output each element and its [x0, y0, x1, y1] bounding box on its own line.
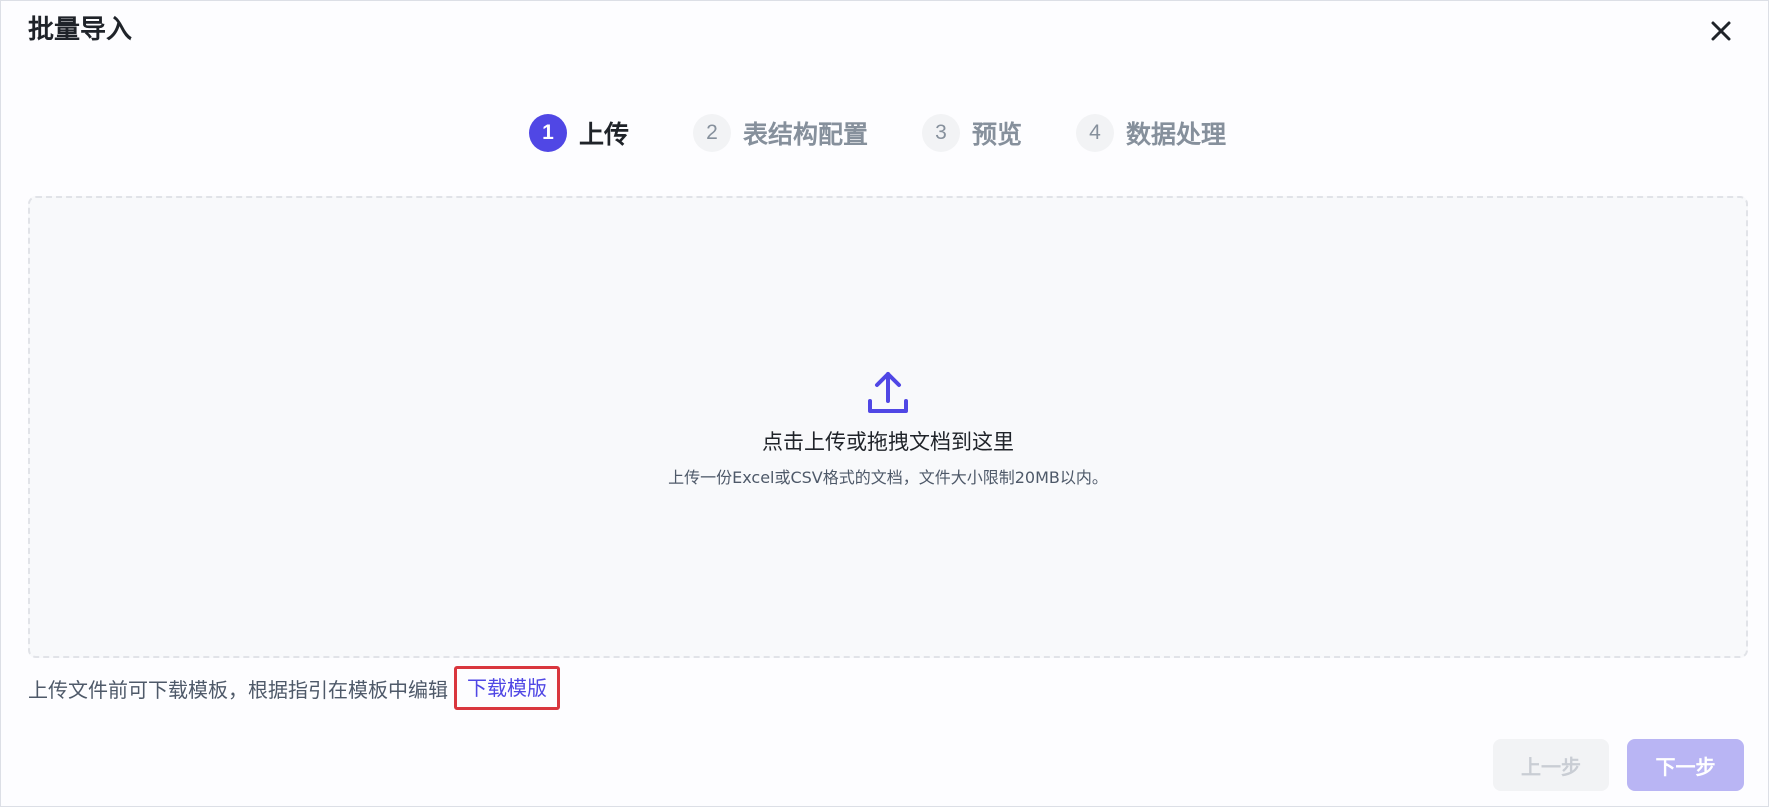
- step-preview: 3 预览: [922, 111, 1022, 155]
- dropzone-main-text: 点击上传或拖拽文档到这里: [762, 430, 1014, 454]
- step-label: 数据处理: [1126, 120, 1227, 149]
- close-icon: [1711, 21, 1731, 41]
- template-hint-text: 上传文件前可下载模板，根据指引在模板中编辑: [28, 677, 448, 702]
- step-number: 3: [922, 114, 960, 152]
- step-number: 4: [1076, 114, 1114, 152]
- step-label: 预览: [972, 120, 1023, 149]
- template-hint: 上传文件前可下载模板，根据指引在模板中编辑 下载模版: [28, 666, 560, 710]
- close-button[interactable]: [1703, 13, 1739, 49]
- upload-dropzone[interactable]: 点击上传或拖拽文档到这里 上传一份Excel或CSV格式的文档，文件大小限制20…: [28, 196, 1748, 658]
- stepper: 1 上传 2 表结构配置 3 预览 4 数据处理: [1, 111, 1769, 155]
- upload-icon: [868, 372, 908, 413]
- next-step-button[interactable]: 下一步: [1627, 739, 1744, 791]
- step-data-processing: 4 数据处理: [1076, 111, 1226, 155]
- download-template-link[interactable]: 下载模版: [454, 666, 560, 710]
- step-schema-config: 2 表结构配置: [693, 111, 868, 155]
- dialog-title: 批量导入: [28, 15, 133, 45]
- prev-step-button[interactable]: 上一步: [1493, 739, 1609, 791]
- dropzone-sub-text: 上传一份Excel或CSV格式的文档，文件大小限制20MB以内。: [668, 468, 1108, 487]
- import-dialog: 批量导入 1 上传 2 表结构配置 3 预览 4 数据处理 点击上传或拖拽文档到…: [0, 0, 1769, 807]
- step-number: 2: [693, 114, 731, 152]
- step-upload: 1 上传: [529, 111, 629, 155]
- step-number: 1: [529, 114, 567, 152]
- step-label: 上传: [579, 120, 630, 149]
- step-label: 表结构配置: [743, 120, 869, 149]
